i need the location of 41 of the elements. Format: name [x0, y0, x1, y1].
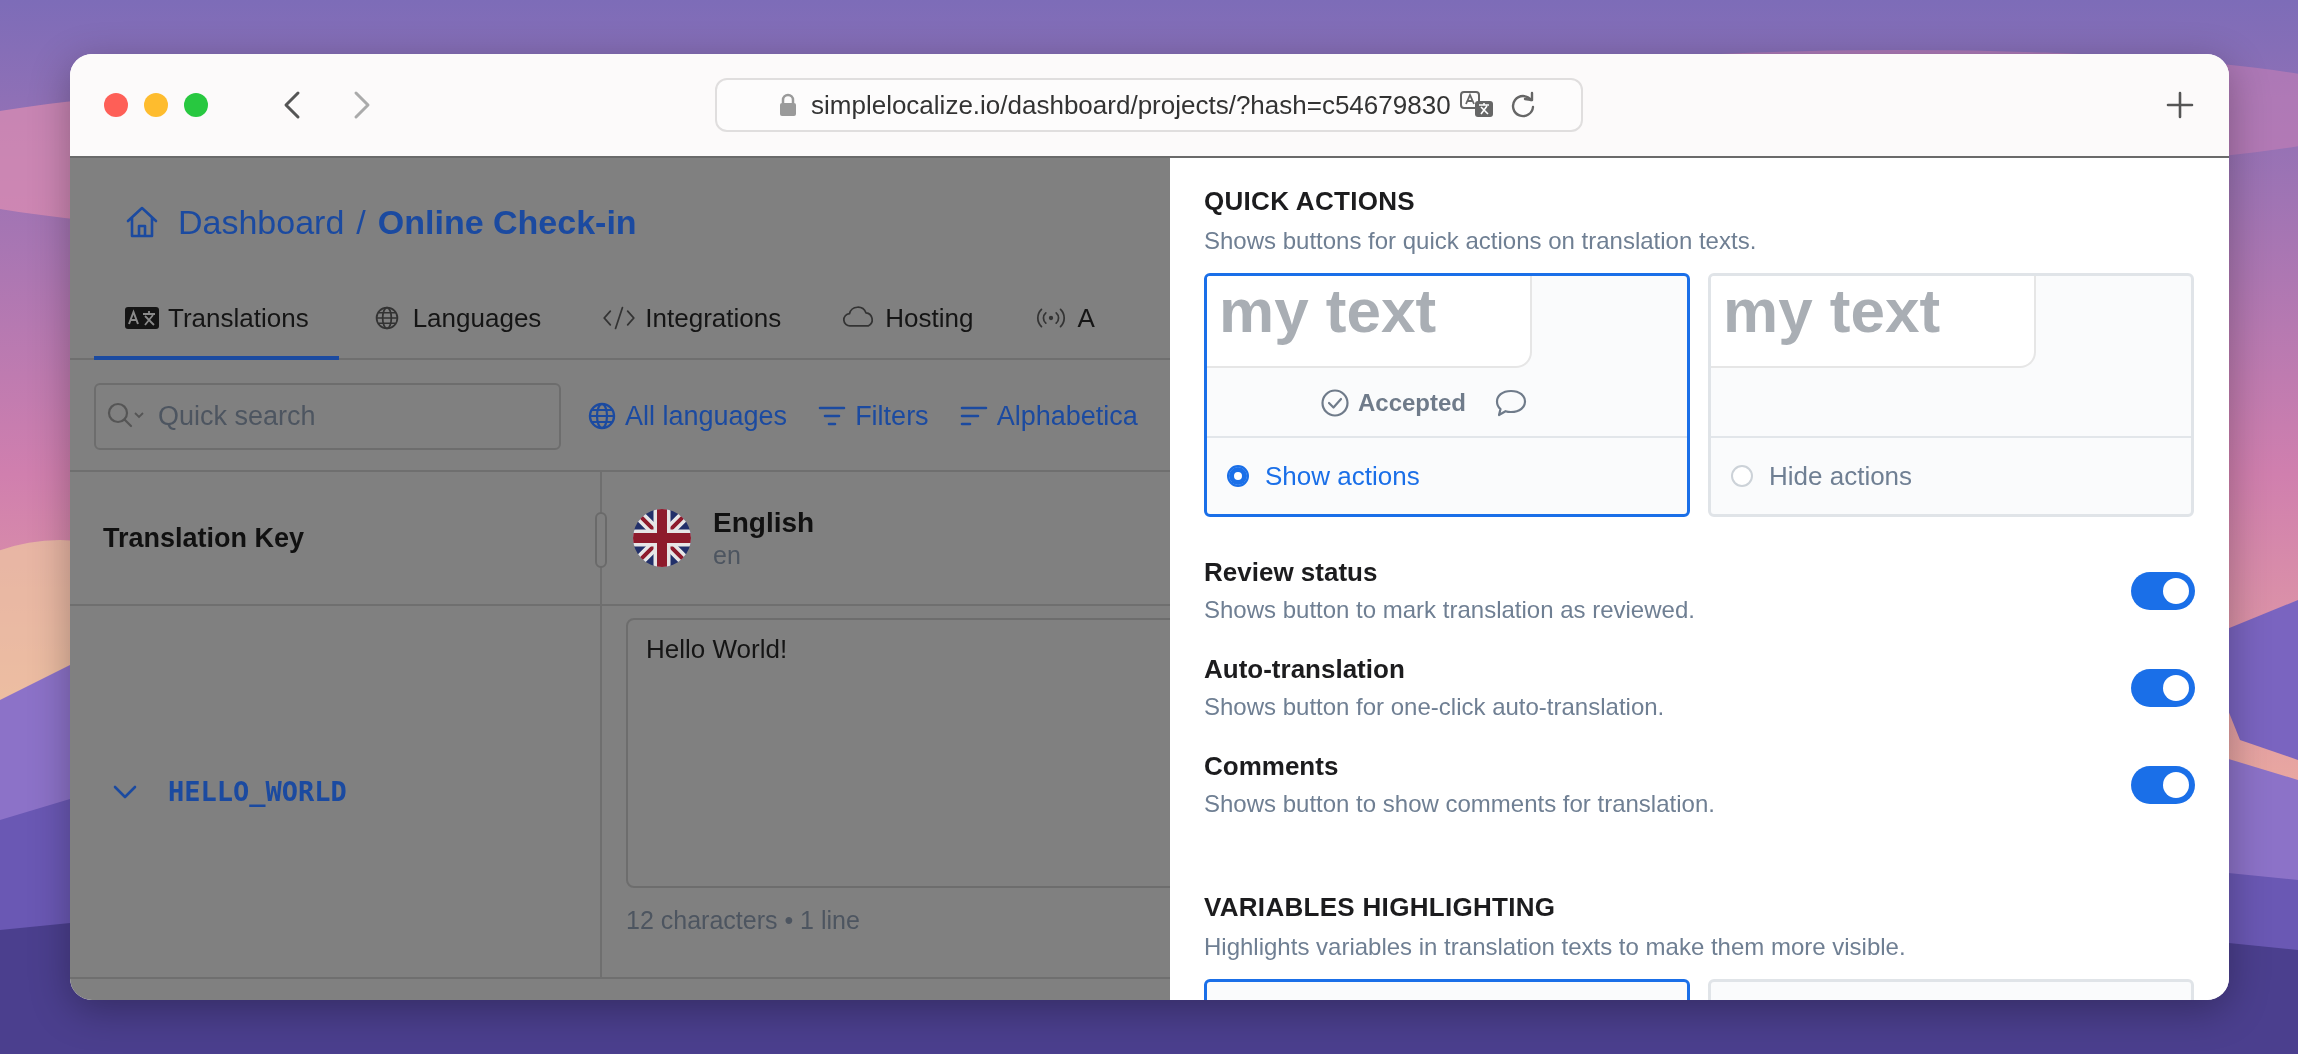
- preview-text: my text: [1207, 276, 1532, 368]
- setting-title: Comments: [1204, 751, 1340, 782]
- breadcrumb-separator: /: [356, 202, 366, 242]
- option-card[interactable]: my text Accepted Show actions: [1204, 273, 1690, 517]
- section-title: QUICK ACTIONS: [1204, 186, 1416, 217]
- tab[interactable]: A: [1003, 280, 1125, 360]
- tab[interactable]: Languages: [338, 280, 572, 360]
- preview-text: my text: [1711, 276, 2036, 368]
- setting-title: Auto-translation: [1204, 654, 1406, 685]
- new-tab-icon[interactable]: [2165, 90, 2195, 120]
- toggle-switch[interactable]: [2131, 668, 2195, 707]
- column-header: Translation Key: [103, 522, 305, 554]
- toggle-switch[interactable]: [2131, 571, 2195, 610]
- option-label: Show actions: [1265, 460, 1420, 492]
- tab[interactable]: Hosting: [811, 280, 1004, 360]
- lock-icon: [779, 93, 797, 117]
- translate-icon[interactable]: [1458, 90, 1495, 120]
- tab[interactable]: Translations: [94, 280, 339, 360]
- section-description: Shows buttons for quick actions on translation texts.: [1204, 227, 1758, 255]
- option-label: Hide actions: [1769, 460, 1913, 492]
- option-card[interactable]: my text Hide actions: [1708, 273, 2194, 517]
- language-name: English: [713, 506, 815, 539]
- url-text: simplelocalize.io/dashboard/projects/?hash=c54679830: [811, 89, 1451, 121]
- translate-icon: [124, 305, 160, 331]
- address-bar[interactable]: simplelocalize.io/dashboard/projects/?hash=c54679830: [715, 78, 1583, 132]
- comment-icon: [1494, 388, 1528, 418]
- globe-icon: [587, 401, 617, 431]
- setting-description: Shows button to show comments for translation.: [1204, 790, 1715, 818]
- setting-title: Review status: [1204, 557, 1379, 588]
- section-description: Highlights variables in translation texts to make them more visible.: [1204, 933, 1907, 961]
- setting-description: Shows button to mark translation as reviewed.: [1204, 596, 1695, 624]
- status-label: Accepted: [1357, 389, 1466, 417]
- toggle-switch[interactable]: [2131, 765, 2195, 804]
- setting-description: Shows button for one-click auto-translation.: [1204, 693, 1665, 721]
- close-icon[interactable]: [104, 93, 128, 117]
- breadcrumb-current: Online Check-in: [377, 202, 637, 242]
- back-icon[interactable]: [282, 90, 302, 120]
- check-circle-icon: [1319, 388, 1350, 418]
- radio-button[interactable]: [1227, 465, 1249, 487]
- tab[interactable]: Integrations: [571, 280, 812, 360]
- section-title: VARIABLES HIGHLIGHTING: [1204, 892, 1557, 923]
